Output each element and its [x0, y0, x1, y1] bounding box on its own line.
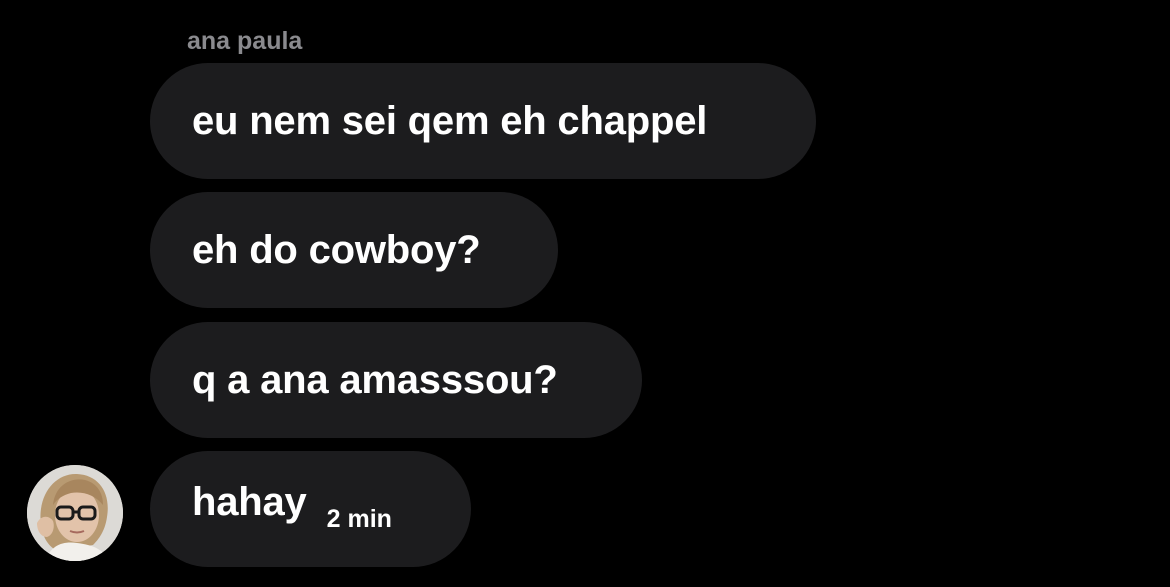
user-avatar-icon [27, 465, 123, 561]
message-text: q a ana amasssou? [192, 357, 558, 402]
message-bubble[interactable]: eh do cowboy? [150, 192, 558, 308]
message-text: eu nem sei qem eh chappel [192, 98, 708, 143]
message-bubble[interactable]: hahay 2 min [150, 451, 471, 567]
sender-name: ana paula [187, 27, 303, 55]
message-timestamp: 2 min [326, 504, 392, 533]
message-text: eh do cowboy? [192, 227, 481, 272]
message-text: hahay [192, 479, 307, 524]
message-bubble[interactable]: eu nem sei qem eh chappel [150, 63, 816, 179]
sender-avatar[interactable] [27, 465, 123, 561]
message-bubble[interactable]: q a ana amasssou? [150, 322, 642, 438]
